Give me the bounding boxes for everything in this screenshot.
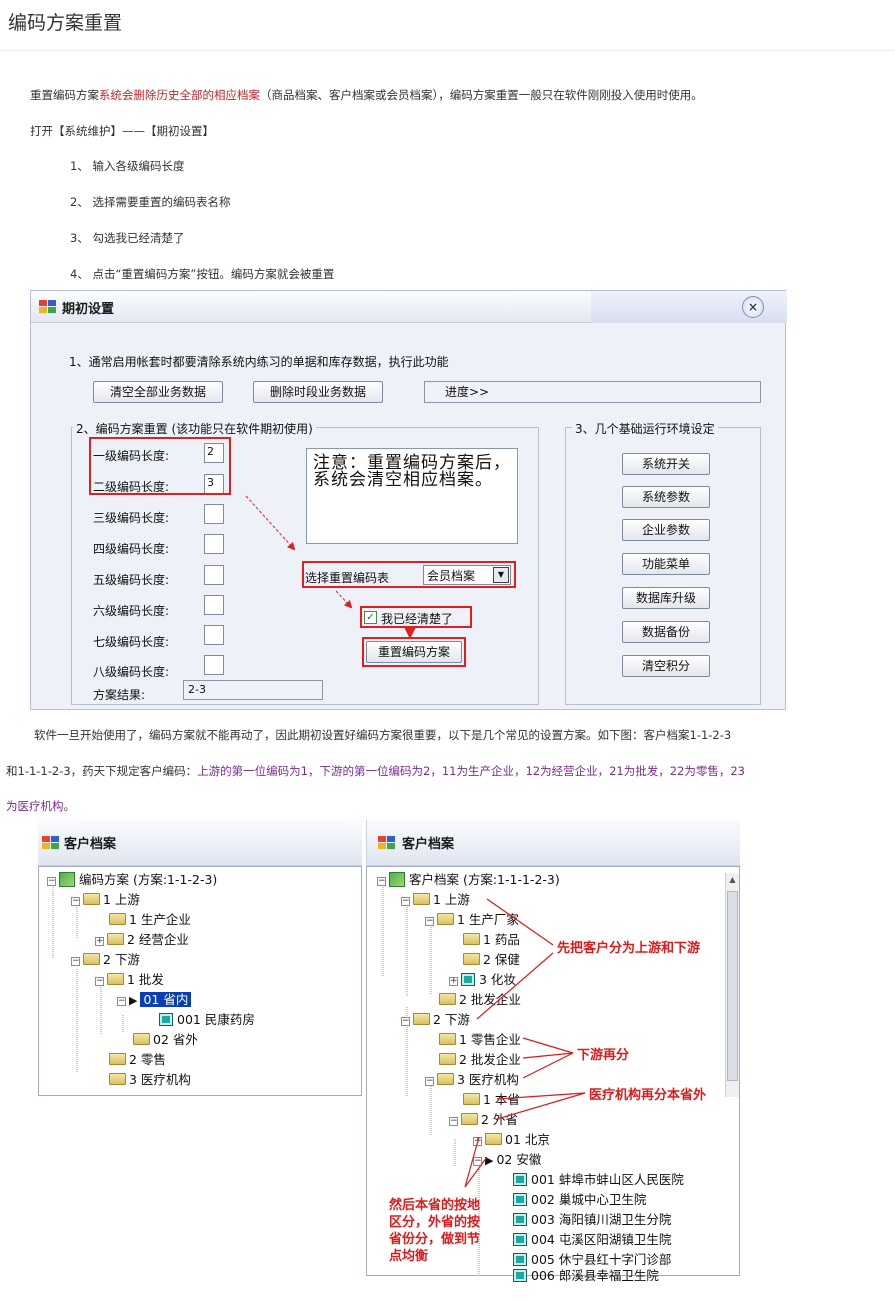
tree-node-label: 2 经营企业: [127, 932, 189, 947]
app-window-icon: [378, 836, 395, 849]
body-line-1: 软件一旦开始使用了，编码方案就不能再动了，因此期初设置好编码方案很重要，以下是几…: [34, 728, 732, 742]
left-tree-body: − 编码方案 (方案:1-1-2-3) −1 上游 1 生产企业 +2 经营企业 …: [38, 866, 362, 1096]
folder-icon: [133, 1033, 150, 1045]
tree-node-label: 编码方案 (方案:1-1-2-3): [79, 872, 218, 887]
intro-paragraph: 重置编码方案系统会删除历史全部的相应档案（商品档案、客户档案或会员档案），编码方…: [30, 87, 703, 103]
folder-icon: [83, 953, 100, 965]
body-line-2: 和1-1-1-2-3，药天下规定客户编码：上游的第一位编码为1，下游的第一位编码…: [6, 763, 745, 779]
right-tree-title: 客户档案: [402, 837, 455, 852]
body-line-3: 为医疗机构。: [6, 799, 75, 813]
tree-node[interactable]: − 1 批发: [95, 971, 164, 989]
step-1: 1、 输入各级编码长度: [70, 159, 185, 173]
tree-node-label: 2 零售: [129, 1052, 166, 1067]
left-customer-tree-window: 客户档案 − 编码方案 (方案:1-1-2-3) − 1 上游 1 生产企业 +2 …: [38, 820, 362, 1096]
folder-icon: [107, 933, 124, 945]
tree-node-label: 01 省内: [140, 992, 192, 1007]
title-divider: [0, 50, 895, 51]
step-4: 4、 点击“重置编码方案”按钮。编码方案就会被重置: [70, 267, 335, 281]
body-line-2-prefix: 和1-1-1-2-3，药天下规定客户编码：: [6, 764, 198, 778]
tree-root-icon: [59, 872, 75, 887]
tree-node-label: 3 医疗机构: [129, 1072, 191, 1087]
folder-icon: [109, 1073, 126, 1085]
tree-node[interactable]: 2 零售: [109, 1051, 166, 1069]
customer-leaf-icon: [159, 1013, 173, 1026]
folder-icon: [109, 913, 126, 925]
tree-node[interactable]: 3 医疗机构: [109, 1071, 191, 1089]
intro-suffix: （商品档案、客户档案或会员档案），编码方案重置一般只在软件刚刚投入使用时使用。: [260, 88, 703, 102]
tree-node-selected[interactable]: − ▶ 01 省内: [117, 991, 192, 1009]
collapse-icon[interactable]: −: [47, 877, 56, 886]
step-2: 2、 选择需要重置的编码表名称: [70, 195, 231, 209]
expand-icon[interactable]: +: [95, 937, 104, 946]
tree-node[interactable]: 001 民康药房: [159, 1011, 255, 1029]
annotation-medical-split: 医疗机构再分本省外: [589, 1088, 707, 1103]
tree-node[interactable]: − 1 上游: [71, 891, 140, 909]
tree-node-label: 001 民康药房: [177, 1012, 255, 1027]
intro-prefix: 重置编码方案: [30, 88, 99, 102]
intro-warning: 系统会删除历史全部的相应档案: [99, 88, 260, 102]
collapse-icon[interactable]: −: [117, 997, 126, 1006]
annotation-downstream-split: 下游再分: [577, 1048, 630, 1063]
initial-setup-dialog: 期初设置 × 1、通常启用帐套时都要清除系统内练习的单据和库存数据，执行此功能 …: [30, 290, 787, 710]
right-tree-body: ▲ − 客户档案 (方案:1-1-1-2-3) −1 上游 −1 生产厂家 1 药…: [366, 866, 740, 1283]
pointer-icon: ▶: [129, 994, 138, 1007]
folder-icon: [109, 1053, 126, 1065]
app-window-icon: [42, 836, 59, 849]
tree-node[interactable]: 1 生产企业: [109, 911, 191, 929]
collapse-icon[interactable]: −: [95, 977, 104, 986]
tree-node-label: 02 省外: [153, 1032, 198, 1047]
page-title: 编码方案重置: [8, 12, 123, 34]
annotation-split-up-down: 先把客户分为上游和下游: [557, 941, 701, 956]
tree-node-label: 1 批发: [127, 972, 164, 987]
collapse-icon[interactable]: −: [71, 957, 80, 966]
folder-icon: [107, 973, 124, 985]
body-line-2-rule: 上游的第一位编码为1，下游的第一位编码为2，11为生产企业，12为经营企业，21…: [197, 764, 745, 778]
tree-node[interactable]: − 2 下游: [71, 951, 140, 969]
tree-node-label: 1 上游: [103, 892, 140, 907]
step-3: 3、 勾选我已经清楚了: [70, 231, 185, 245]
tree-node[interactable]: 02 省外: [133, 1031, 198, 1049]
collapse-icon[interactable]: −: [71, 897, 80, 906]
left-tree-title: 客户档案: [64, 837, 117, 852]
tree-node[interactable]: − 编码方案 (方案:1-1-2-3): [47, 871, 217, 889]
open-path-text: 打开【系统维护】——【期初设置】: [30, 124, 214, 138]
annotation-arrows: [245, 495, 416, 639]
right-customer-tree-window: 客户档案 ▲ − 客户档案 (方案:1-1-1-2-3) −1 上游 −1 生产厂…: [366, 820, 740, 1283]
tree-node-label: 1 生产企业: [129, 912, 191, 927]
annotation-region-split: 然后本省的按地区分，外省的按省份分，做到节点均衡: [389, 1198, 481, 1264]
tree-node[interactable]: +2 经营企业: [95, 931, 189, 949]
folder-icon: [83, 893, 100, 905]
tree-node-label: 2 下游: [103, 952, 140, 967]
